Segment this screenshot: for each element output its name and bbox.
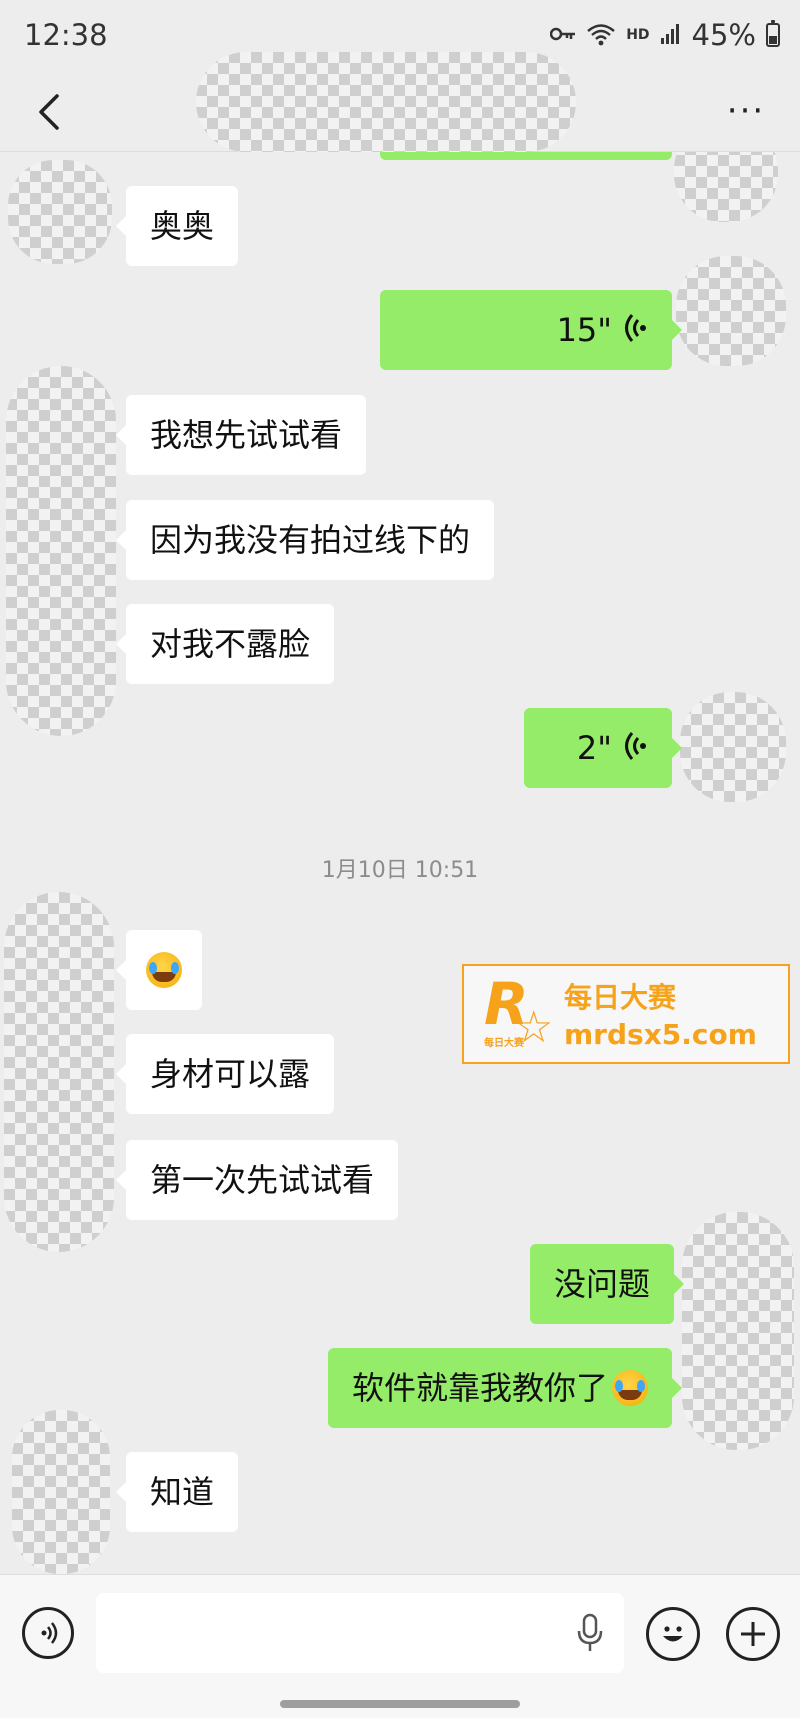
avatar[interactable] [682, 1212, 794, 1450]
chat-message-list[interactable]: 奥奥 15" 我想先试试看 因为我没有拍过线下的 对我不露脸 2" 1月10日 … [0, 152, 800, 1574]
message-text: 因为我没有拍过线下的 [150, 521, 471, 559]
chat-header: ··· [0, 52, 800, 152]
laugh-cry-emoji-icon [612, 1370, 649, 1406]
message-bubble[interactable]: 没问题 [530, 1244, 685, 1324]
voice-mode-button[interactable] [22, 1607, 74, 1659]
outgoing-bubble-partial [380, 152, 672, 160]
status-time: 12:38 [24, 18, 108, 52]
message-input[interactable] [96, 1593, 624, 1673]
status-icons: HD 45% [549, 18, 780, 52]
more-options-button[interactable]: ··· [716, 88, 776, 134]
avatar[interactable] [12, 1410, 110, 1574]
message-bubble[interactable]: 奥奥 [115, 186, 239, 266]
voice-message[interactable]: 15" [380, 290, 682, 370]
emoji-button[interactable] [646, 1607, 700, 1661]
key-icon [549, 25, 576, 45]
message-text: 软件就靠我教你了 [352, 1369, 609, 1407]
avatar[interactable] [680, 692, 786, 802]
avatar[interactable] [674, 152, 778, 222]
avatar[interactable] [4, 892, 114, 1252]
voice-message[interactable]: 2" [524, 708, 682, 788]
back-button[interactable] [24, 82, 74, 142]
contact-name-redacted [196, 52, 576, 152]
voice-mode-icon [41, 1622, 58, 1644]
message-text: 对我不露脸 [150, 625, 311, 663]
avatar[interactable] [6, 366, 116, 736]
plus-button[interactable] [726, 1607, 780, 1661]
message-bubble[interactable]: 因为我没有拍过线下的 [115, 500, 495, 580]
message-bubble[interactable]: 软件就靠我教你了 [328, 1348, 683, 1428]
voice-duration: 15" [556, 311, 612, 349]
message-text: 没问题 [554, 1265, 651, 1303]
watermark-url: mrdsx5.com [564, 1018, 757, 1051]
wifi-icon [586, 22, 616, 49]
message-bubble[interactable]: 身材可以露 [115, 1034, 335, 1114]
smiley-icon [663, 1626, 683, 1642]
battery-percentage: 45% [691, 18, 756, 52]
voice-wave-icon [624, 313, 648, 347]
microphone-icon [577, 1613, 603, 1651]
message-text: 身材可以露 [150, 1055, 311, 1093]
message-text: 第一次先试试看 [150, 1161, 375, 1199]
voice-duration: 2" [576, 729, 612, 767]
message-text: 我想先试试看 [150, 416, 343, 454]
message-bubble[interactable] [116, 930, 202, 1010]
chevron-left-icon [39, 94, 59, 130]
message-text: 奥奥 [150, 207, 215, 245]
watermark-logo-subtitle: 每日大赛 [484, 1038, 524, 1049]
microphone-button[interactable] [572, 1613, 608, 1653]
laugh-cry-emoji-icon [146, 952, 182, 988]
signal-icon [660, 23, 682, 48]
hd-label: HD [626, 27, 650, 43]
message-bubble[interactable]: 知道 [115, 1452, 239, 1532]
message-bubble[interactable]: 第一次先试试看 [115, 1140, 399, 1220]
message-text: 知道 [150, 1473, 215, 1511]
watermark-logo: R ☆ 每日大赛 每日大赛 mrdsx5.com [462, 964, 790, 1064]
voice-wave-icon [624, 731, 648, 765]
avatar[interactable] [676, 256, 786, 366]
plus-icon [741, 1622, 765, 1646]
battery-icon [766, 20, 780, 47]
avatar[interactable] [8, 160, 112, 264]
input-bar [0, 1574, 800, 1718]
message-bubble[interactable]: 对我不露脸 [115, 604, 335, 684]
message-timestamp: 1月10日 10:51 [321, 858, 479, 883]
watermark-title: 每日大赛 [564, 981, 677, 1014]
home-indicator[interactable] [280, 1700, 520, 1708]
message-bubble[interactable]: 我想先试试看 [115, 395, 367, 475]
battery-fill [769, 35, 777, 44]
